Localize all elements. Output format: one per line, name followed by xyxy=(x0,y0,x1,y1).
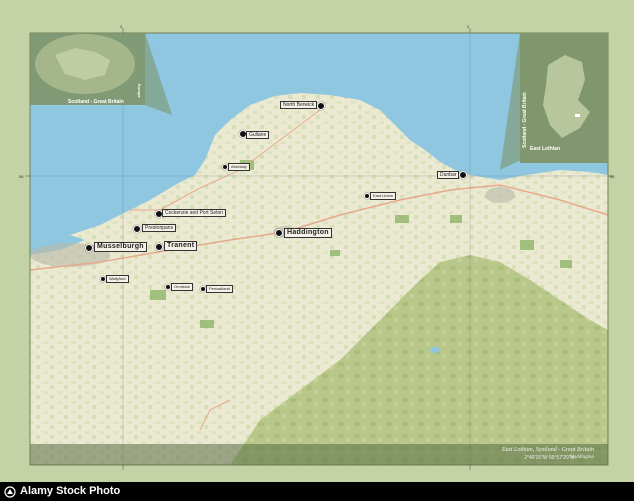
gullane-label[interactable]: Gullane xyxy=(246,131,270,139)
dunbar-marker[interactable] xyxy=(459,171,467,179)
tranent-label[interactable]: Tranent xyxy=(164,241,198,251)
alamy-logo-icon xyxy=(4,486,16,498)
pencaitland-label[interactable]: Pencaitland xyxy=(206,285,233,293)
scotland-inset-label: Scotland - Great Britain xyxy=(522,92,528,148)
footer-text: Alamy Stock Photo xyxy=(20,485,121,497)
aberlady-label[interactable]: Aberlady xyxy=(228,163,250,171)
world-inset-label: Scotland - Great Britain xyxy=(68,99,124,105)
cockenzie-label[interactable]: Cockenzie and Port Seton xyxy=(162,209,227,217)
prestonpans-marker[interactable] xyxy=(133,225,141,233)
caption-title: East Lothian, Scotland - Great Britain xyxy=(501,447,594,453)
north-berwick-label[interactable]: North Berwick xyxy=(280,101,318,109)
caption-coords: 2°46'15"W 55°57'20"N xyxy=(524,455,574,461)
lon-tick-label-2: 2 xyxy=(467,24,470,29)
europe-inset-label: Europe xyxy=(137,84,142,98)
lat-tick-label-right: 56 xyxy=(610,174,615,179)
dunbar-urban xyxy=(485,187,515,203)
haddington-marker[interactable] xyxy=(275,229,283,237)
caption-town: Haddington xyxy=(570,455,594,460)
tranent-marker[interactable] xyxy=(155,243,163,251)
prestonpans-label[interactable]: Prestonpans xyxy=(142,224,177,232)
musselburgh-marker[interactable] xyxy=(85,244,93,252)
ormiston-label[interactable]: Ormiston xyxy=(171,283,194,291)
dunbar-label[interactable]: Dunbar xyxy=(437,171,460,179)
east-linton-label[interactable]: East Linton xyxy=(370,192,397,200)
region-inset-label: East Lothian xyxy=(530,146,561,152)
wallyford-label[interactable]: Wallyford xyxy=(106,275,129,283)
lon-tick-label: 3 xyxy=(120,24,123,29)
reservoir-icon xyxy=(430,347,440,353)
lat-tick-label: 56 xyxy=(19,174,24,179)
haddington-label[interactable]: Haddington xyxy=(284,228,332,238)
map-canvas[interactable] xyxy=(0,0,634,482)
musselburgh-label[interactable]: Musselburgh xyxy=(94,242,147,252)
north-berwick-marker[interactable] xyxy=(317,102,325,110)
